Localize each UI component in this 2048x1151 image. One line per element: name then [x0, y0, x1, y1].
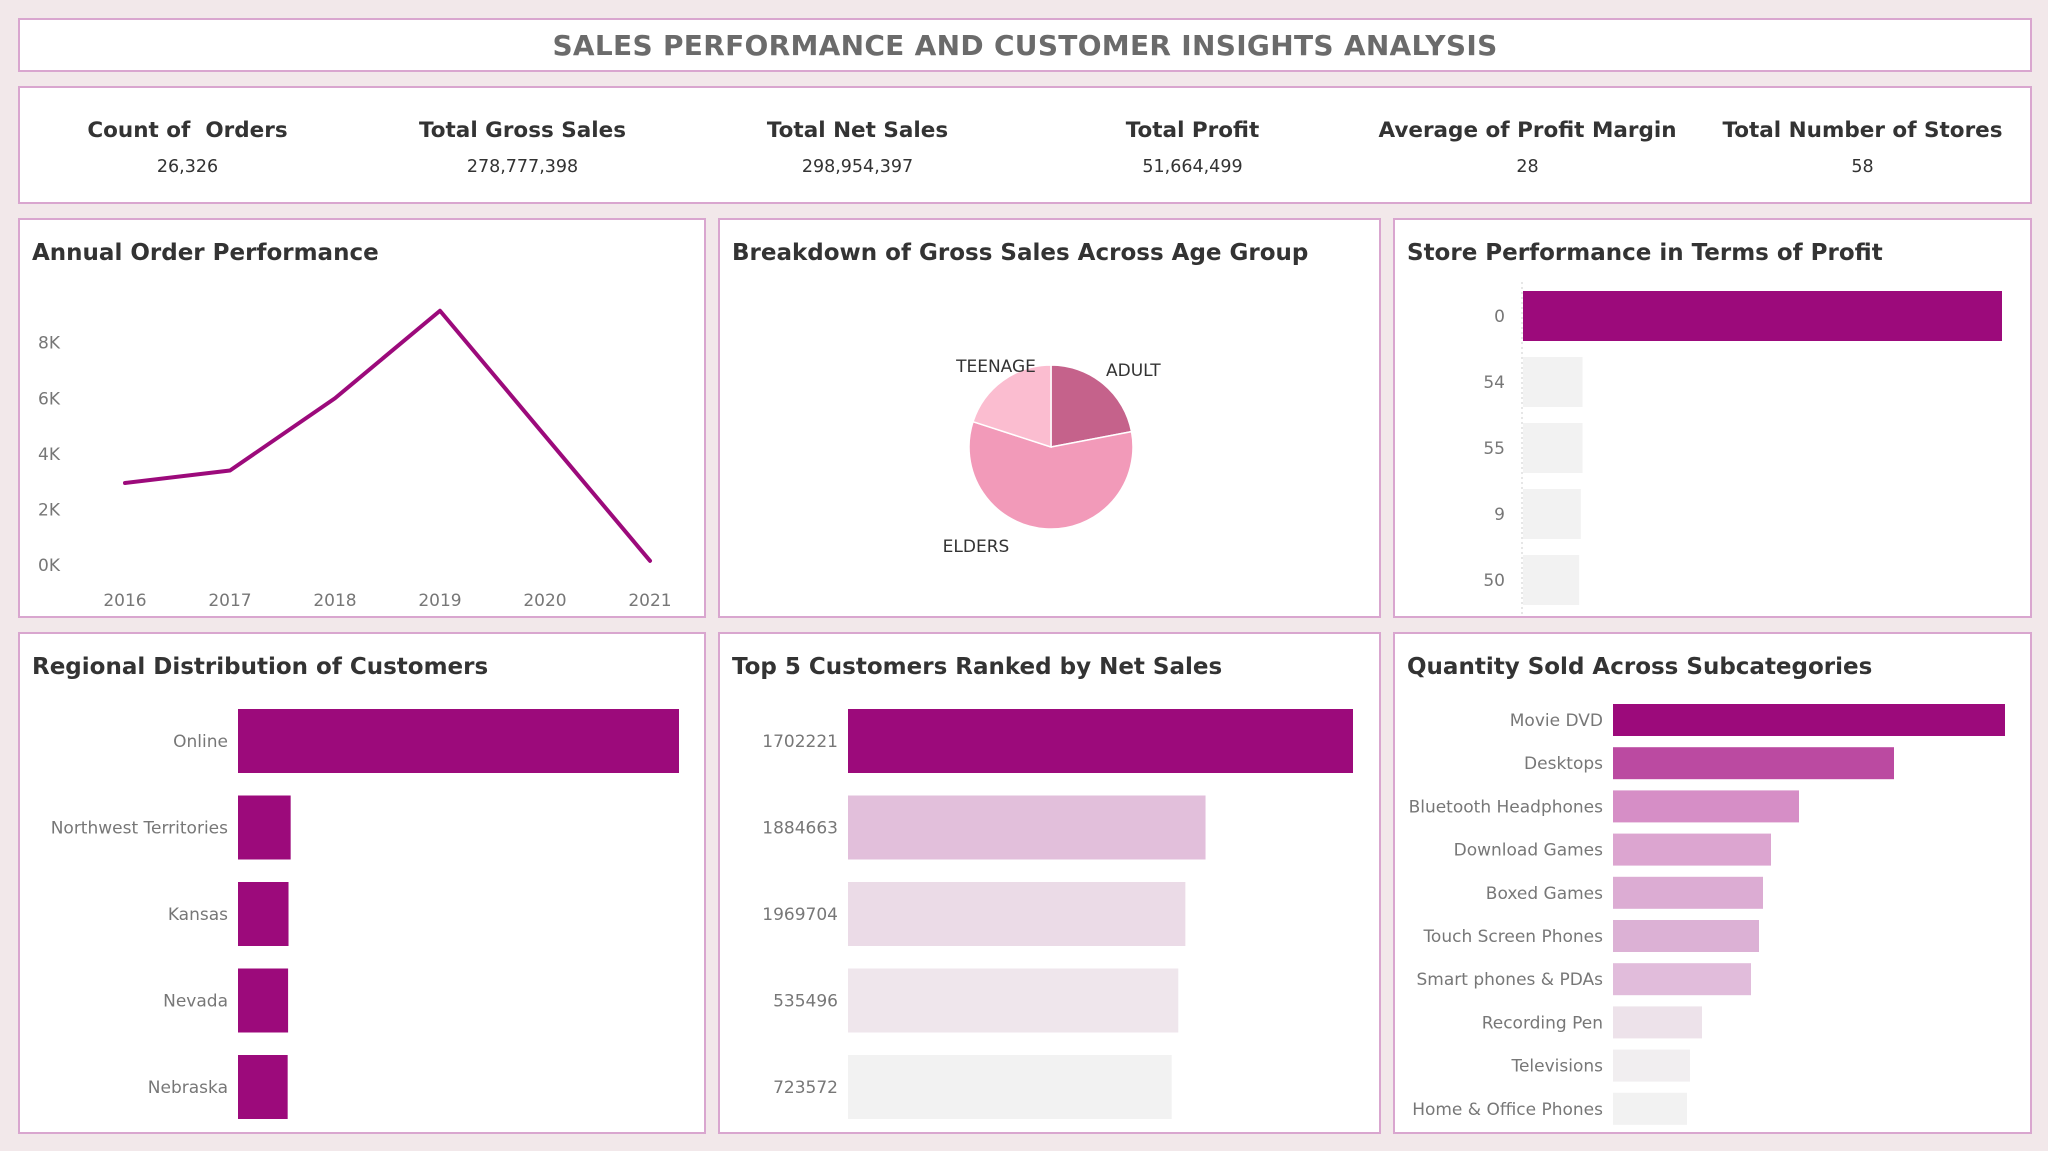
store-profit-panel: Store Performance in Terms of Profit 0 54… — [1393, 218, 2032, 618]
kpi-profit-margin: Average of Profit Margin 28 — [1360, 88, 1695, 202]
bar — [1523, 291, 2002, 341]
kpi-label: Average of Profit Margin — [1378, 118, 1677, 143]
kpi-store-count: Total Number of Stores 58 — [1695, 88, 2030, 202]
bar — [1613, 1049, 1690, 1082]
bar — [1613, 747, 1894, 780]
age-group-panel: Breakdown of Gross Sales Across Age Grou… — [718, 218, 1381, 618]
category-label: Home & Office Phones — [1412, 1100, 1603, 1120]
bar — [1523, 357, 1583, 407]
kpi-total-profit: Total Profit 51,664,499 — [1025, 88, 1360, 202]
bar — [848, 795, 1206, 860]
subcategory-bar-chart: Movie DVD Desktops Bluetooth Headphones Dow… — [1409, 704, 2005, 1125]
x-tick-label: 2016 — [103, 591, 146, 611]
x-tick-label: 2017 — [208, 591, 251, 611]
kpi-label: Total Net Sales — [766, 118, 949, 143]
bar — [1613, 704, 2005, 736]
kpi-value: 298,954,397 — [801, 157, 914, 177]
bar — [1523, 489, 1581, 539]
x-tick-label: 2021 — [628, 591, 671, 611]
kpi-value: 51,664,499 — [1142, 157, 1243, 177]
bar — [848, 709, 1353, 773]
x-tick-label: 2019 — [418, 591, 461, 611]
age-group-pie-chart: ADULT ELDERS TEENAGE — [943, 357, 1162, 557]
top-customers-bar-chart: 1702221 1884663 1969704 535496 723572 — [762, 709, 1353, 1119]
kpi-label: Total Number of Stores — [1722, 118, 2003, 143]
category-label: Northwest Territories — [51, 819, 228, 839]
kpi-value: 278,777,398 — [466, 157, 579, 177]
order-series-line — [123, 308, 652, 563]
dashboard-title-bar: SALES PERFORMANCE AND CUSTOMER INSIGHTS … — [18, 18, 2032, 72]
category-label: Televisions — [1510, 1057, 1603, 1077]
category-label: Online — [173, 732, 228, 752]
bar — [238, 882, 289, 946]
category-label: 55 — [1483, 439, 1505, 459]
subcategory-panel: Quantity Sold Across Subcategories Movie… — [1393, 632, 2032, 1134]
annual-order-line-chart: 0K 2K 4K 6K 8K 2016 2017 2018 2019 2020 2021 — [38, 308, 672, 611]
kpi-label: Total Gross Sales — [418, 118, 627, 143]
category-label: Nevada — [163, 992, 228, 1012]
y-tick-label: 0K — [38, 556, 61, 576]
kpi-gross-sales: Total Gross Sales 278,777,398 — [355, 88, 690, 202]
bar — [238, 968, 289, 1033]
bar — [238, 795, 291, 860]
category-label: 723572 — [773, 1078, 838, 1098]
bar — [1613, 1092, 1687, 1125]
pie-label: TEENAGE — [955, 357, 1036, 377]
x-tick-label: 2018 — [313, 591, 356, 611]
category-label: 9 — [1494, 505, 1505, 525]
bar — [1613, 1006, 1702, 1039]
kpi-label: Total Profit — [1125, 118, 1260, 143]
category-label: Boxed Games — [1486, 884, 1603, 904]
category-label: 50 — [1483, 571, 1505, 591]
bar — [1613, 963, 1751, 996]
y-tick-label: 6K — [38, 389, 61, 409]
kpi-value: 58 — [1851, 157, 1874, 177]
category-label: Download Games — [1454, 841, 1604, 861]
annual-order-panel: Annual Order Performance 0K 2K 4K 6K 8K 2016 2… — [18, 218, 706, 618]
category-label: 0 — [1494, 307, 1505, 327]
pie-label: ADULT — [1106, 361, 1161, 381]
bar — [1613, 876, 1763, 909]
dashboard-title: SALES PERFORMANCE AND CUSTOMER INSIGHTS … — [552, 28, 1498, 62]
category-label: 1884663 — [762, 819, 838, 839]
bar — [1613, 920, 1759, 952]
store-profit-bar-chart: 0 54 55 9 50 — [1483, 282, 2002, 615]
category-label: Touch Screen Phones — [1422, 927, 1603, 947]
bar — [1613, 833, 1771, 866]
category-label: Smart phones & PDAs — [1417, 970, 1604, 990]
y-tick-label: 2K — [38, 500, 61, 520]
y-tick-label: 4K — [38, 445, 61, 465]
kpi-value: 28 — [1516, 157, 1539, 177]
category-label: Nebraska — [148, 1078, 228, 1098]
category-label: 1702221 — [762, 732, 838, 752]
x-tick-label: 2020 — [523, 591, 566, 611]
y-tick-label: 8K — [38, 334, 61, 354]
regional-panel: Regional Distribution of Customers Onlin… — [18, 632, 706, 1134]
category-label: Kansas — [168, 905, 228, 925]
kpi-order-count: Count of Orders 26,326 — [20, 88, 355, 202]
bar — [1613, 790, 1799, 823]
bar — [848, 1055, 1172, 1119]
bar — [238, 709, 679, 773]
bar — [848, 882, 1186, 946]
kpi-value: 26,326 — [156, 157, 219, 177]
kpi-bar: Count of Orders 26,326 Total Gross Sales… — [18, 86, 2032, 204]
top-customers-panel: Top 5 Customers Ranked by Net Sales 1702… — [718, 632, 1381, 1134]
category-label: Recording Pen — [1482, 1013, 1603, 1033]
category-label: 535496 — [773, 992, 838, 1012]
regional-bar-chart: Online Northwest Territories Kansas Nevada N… — [51, 709, 679, 1119]
bar — [848, 968, 1179, 1033]
category-label: Bluetooth Headphones — [1409, 797, 1604, 817]
kpi-net-sales: Total Net Sales 298,954,397 — [690, 88, 1025, 202]
bar — [1523, 423, 1583, 473]
kpi-label: Count of Orders — [87, 118, 288, 143]
pie-label: ELDERS — [943, 537, 1010, 557]
bar — [1523, 555, 1580, 605]
category-label: 54 — [1483, 373, 1505, 393]
category-label: 1969704 — [762, 905, 838, 925]
category-label: Movie DVD — [1510, 711, 1603, 731]
category-label: Desktops — [1524, 754, 1603, 774]
bar — [238, 1055, 288, 1119]
